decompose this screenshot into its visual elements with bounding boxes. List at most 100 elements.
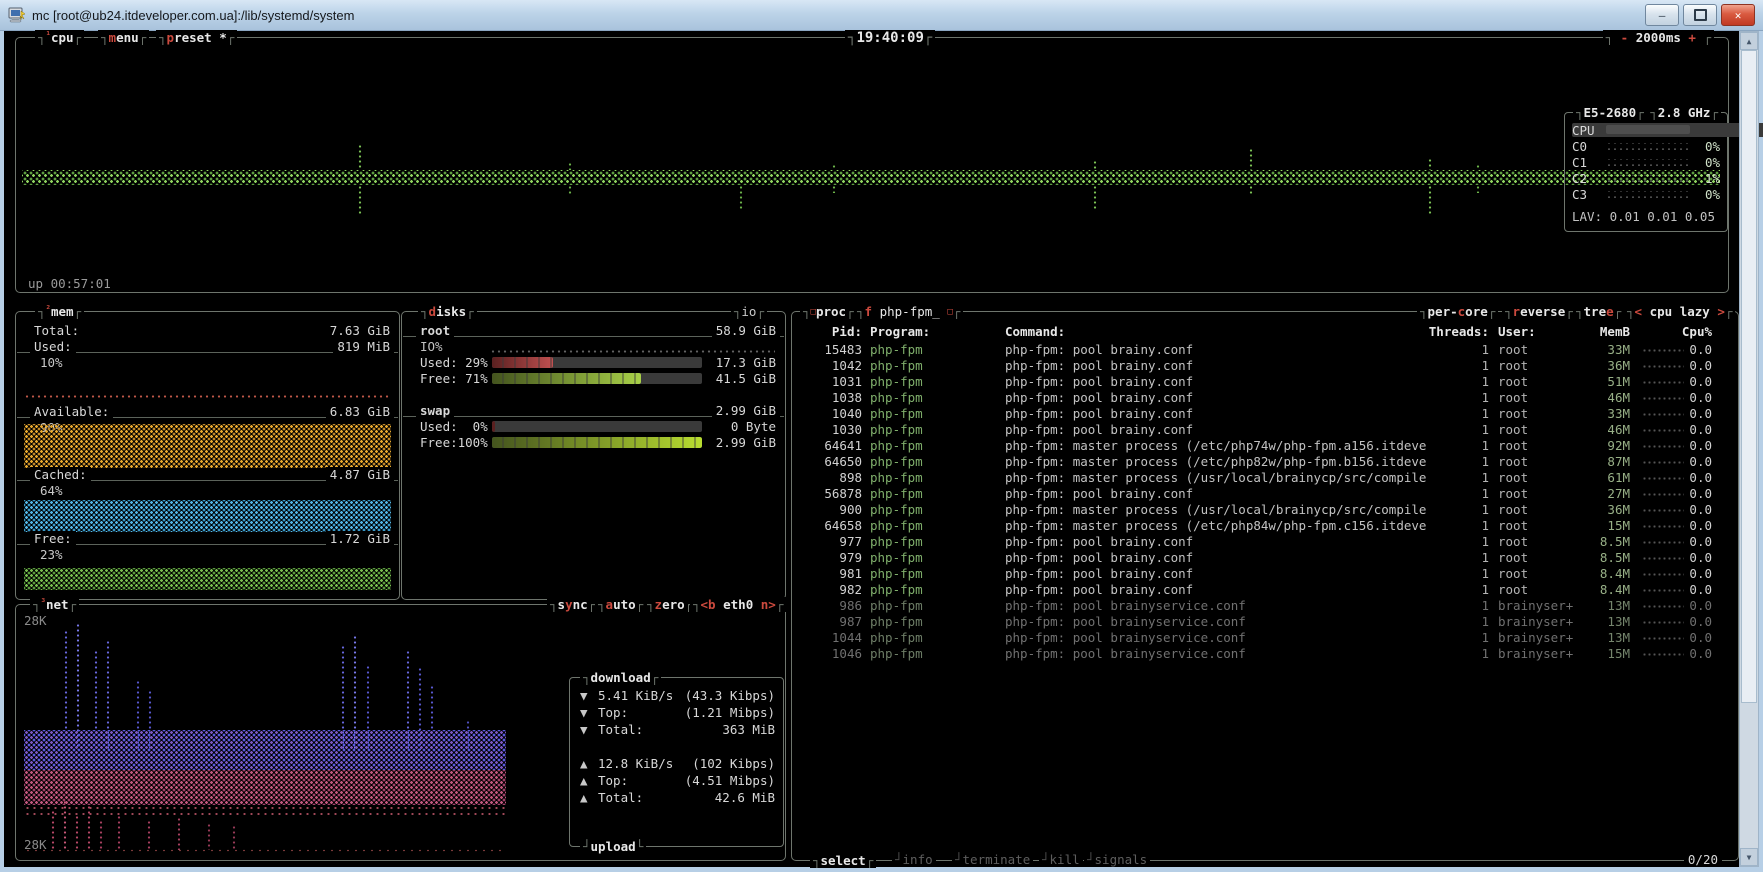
net-interface-switcher[interactable]: <b eth0 n> (690, 597, 786, 612)
process-program: php-fpm (870, 374, 923, 389)
proc-filter[interactable]: f php-fpm_ □ (854, 304, 963, 319)
per-core-toggle[interactable]: per-core (1417, 304, 1498, 319)
process-row[interactable]: 64641 php-fpm php-fpm: master process (/… (792, 438, 1738, 454)
core-name: C3 (1572, 187, 1587, 202)
process-row[interactable]: 1046 php-fpm php-fpm: pool brainyservice… (792, 646, 1738, 662)
col-cpu[interactable]: Cpu% (1654, 324, 1712, 339)
process-cpu: 0.0 (1654, 502, 1712, 517)
minimize-button[interactable]: — (1645, 4, 1679, 26)
process-row[interactable]: 900 php-fpm php-fpm: master process (/us… (792, 502, 1738, 518)
process-row[interactable]: 1031 php-fpm php-fpm: pool brainy.conf 1… (792, 374, 1738, 390)
process-program: php-fpm (870, 566, 923, 581)
cpu-info-box: E5-2680 2.8 GHz CPU 0% C0 (1564, 112, 1728, 232)
io-toggle[interactable]: io (731, 304, 767, 319)
process-threads: 1 (1392, 470, 1489, 485)
process-row[interactable]: 1030 php-fpm php-fpm: pool brainy.conf 1… (792, 422, 1738, 438)
process-cpu: 0.0 (1654, 630, 1712, 645)
process-pid: 1030 (800, 422, 862, 437)
process-row[interactable]: 1042 php-fpm php-fpm: pool brainy.conf 1… (792, 358, 1738, 374)
mem-box-title[interactable]: ²mem (35, 304, 84, 319)
col-user[interactable]: User: (1498, 324, 1536, 339)
disk-root-used-label: Used: 29% (416, 355, 492, 370)
process-row[interactable]: 56878 php-fpm php-fpm: pool brainy.conf … (792, 486, 1738, 502)
process-cpu: 0.0 (1654, 358, 1712, 373)
sort-next-icon[interactable]: > (1717, 304, 1725, 319)
upload-arrow-icon: ▲ (580, 790, 588, 805)
cpu-core-row: C0 0% (1572, 139, 1720, 153)
tree-toggle[interactable]: tree (1573, 304, 1624, 319)
scrollbar-thumb[interactable] (1741, 50, 1757, 703)
process-row[interactable]: 898 php-fpm php-fpm: master process (/us… (792, 470, 1738, 486)
close-icon: ✕ (1735, 9, 1742, 22)
process-row[interactable]: 977 php-fpm php-fpm: pool brainy.conf 1 … (792, 534, 1738, 550)
process-user: root (1498, 470, 1528, 485)
process-row[interactable]: 981 php-fpm php-fpm: pool brainy.conf 1 … (792, 566, 1738, 582)
process-row[interactable]: 15483 php-fpm php-fpm: pool brainy.conf … (792, 342, 1738, 358)
reverse-toggle[interactable]: reverse (1502, 304, 1576, 319)
terminal-scrollbar[interactable]: ▲ ▼ (1739, 31, 1759, 867)
process-row[interactable]: 1038 php-fpm php-fpm: pool brainy.conf 1… (792, 390, 1738, 406)
process-row[interactable]: 982 php-fpm php-fpm: pool brainy.conf 1 … (792, 582, 1738, 598)
col-mem[interactable]: MemB (1568, 324, 1630, 339)
net-sync-toggle[interactable]: sync (547, 597, 598, 612)
select-key[interactable]: select (810, 853, 876, 868)
core-name: C1 (1572, 155, 1587, 170)
download-stat-row: ▼ Top: (1.21 Mibps) (570, 705, 783, 721)
process-row[interactable]: 1044 php-fpm php-fpm: pool brainyservice… (792, 630, 1738, 646)
scroll-up-icon[interactable]: ▲ (1740, 32, 1758, 50)
process-row[interactable]: 986 php-fpm php-fpm: pool brainyservice.… (792, 598, 1738, 614)
process-threads: 1 (1392, 486, 1489, 501)
process-cpu: 0.0 (1654, 598, 1712, 613)
maximize-button[interactable] (1683, 4, 1717, 26)
info-key[interactable]: info (892, 852, 936, 867)
net-box-title[interactable]: ³net (30, 597, 79, 612)
sort-selector[interactable]: < cpu lazy > (1624, 304, 1735, 319)
process-program: php-fpm (870, 390, 923, 405)
process-row[interactable]: 64650 php-fpm php-fpm: master process (/… (792, 454, 1738, 470)
process-threads: 1 (1392, 502, 1489, 517)
col-pid[interactable]: Pid: (800, 324, 862, 339)
scroll-down-icon[interactable]: ▼ (1740, 848, 1758, 866)
col-threads[interactable]: Threads: (1392, 324, 1489, 339)
disks-box-title: ddisksisks (418, 304, 477, 319)
disk-root-used-value: 17.3 GiB (712, 355, 780, 370)
preset-button[interactable]: preset * (156, 30, 237, 45)
process-threads: 1 (1392, 374, 1489, 389)
proc-box-title[interactable]: □proc (800, 304, 857, 319)
stat-label: 12.8 KiB/s (598, 756, 673, 771)
interval-plus-button[interactable]: + (1688, 30, 1696, 45)
putty-window: mc [root@ub24.itdeveloper.com.ua]:/lib/s… (0, 0, 1763, 872)
terminate-key[interactable]: terminate (952, 852, 1033, 867)
menu-button[interactable]: menu (98, 30, 149, 45)
process-command: php-fpm: master process (/etc/php82w/php… (1005, 454, 1426, 469)
net-auto-toggle[interactable]: auto (595, 597, 646, 612)
process-program: php-fpm (870, 630, 923, 645)
process-row[interactable]: 1040 php-fpm php-fpm: pool brainy.conf 1… (792, 406, 1738, 422)
process-program: php-fpm (870, 470, 923, 485)
sort-prev-icon[interactable]: < (1635, 304, 1643, 319)
col-command[interactable]: Command: (1005, 324, 1065, 339)
process-command: php-fpm: pool brainy.conf (1005, 342, 1193, 357)
net-zero-toggle[interactable]: zero (644, 597, 695, 612)
upload-stat-row: ▲ Top: (4.51 Mibps) (570, 773, 783, 789)
process-row[interactable]: 987 php-fpm php-fpm: pool brainyservice.… (792, 614, 1738, 630)
process-mem: 36M (1568, 358, 1630, 373)
process-cpu: 0.0 (1654, 454, 1712, 469)
cpu-box-title[interactable]: ¹cpu (35, 30, 84, 45)
mem-free-label: Free: (30, 531, 76, 546)
close-button[interactable]: ✕ (1721, 4, 1755, 26)
interval-minus-button[interactable]: - (1621, 30, 1629, 45)
process-program: php-fpm (870, 646, 923, 661)
core-name: CPU (1572, 123, 1595, 137)
process-row[interactable]: 64658 php-fpm php-fpm: master process (/… (792, 518, 1738, 534)
titlebar[interactable]: mc [root@ub24.itdeveloper.com.ua]:/lib/s… (0, 0, 1763, 31)
process-user: root (1498, 390, 1528, 405)
kill-key[interactable]: kill (1039, 852, 1083, 867)
process-cpu: 0.0 (1654, 582, 1712, 597)
cpu-core-row: C1 0% (1572, 155, 1720, 169)
col-program[interactable]: Program: (870, 324, 930, 339)
upload-arrow-icon: ▲ (580, 756, 588, 771)
process-row[interactable]: 979 php-fpm php-fpm: pool brainy.conf 1 … (792, 550, 1738, 566)
signals-key[interactable]: signals (1084, 852, 1150, 867)
core-usage-graph (1606, 175, 1690, 182)
